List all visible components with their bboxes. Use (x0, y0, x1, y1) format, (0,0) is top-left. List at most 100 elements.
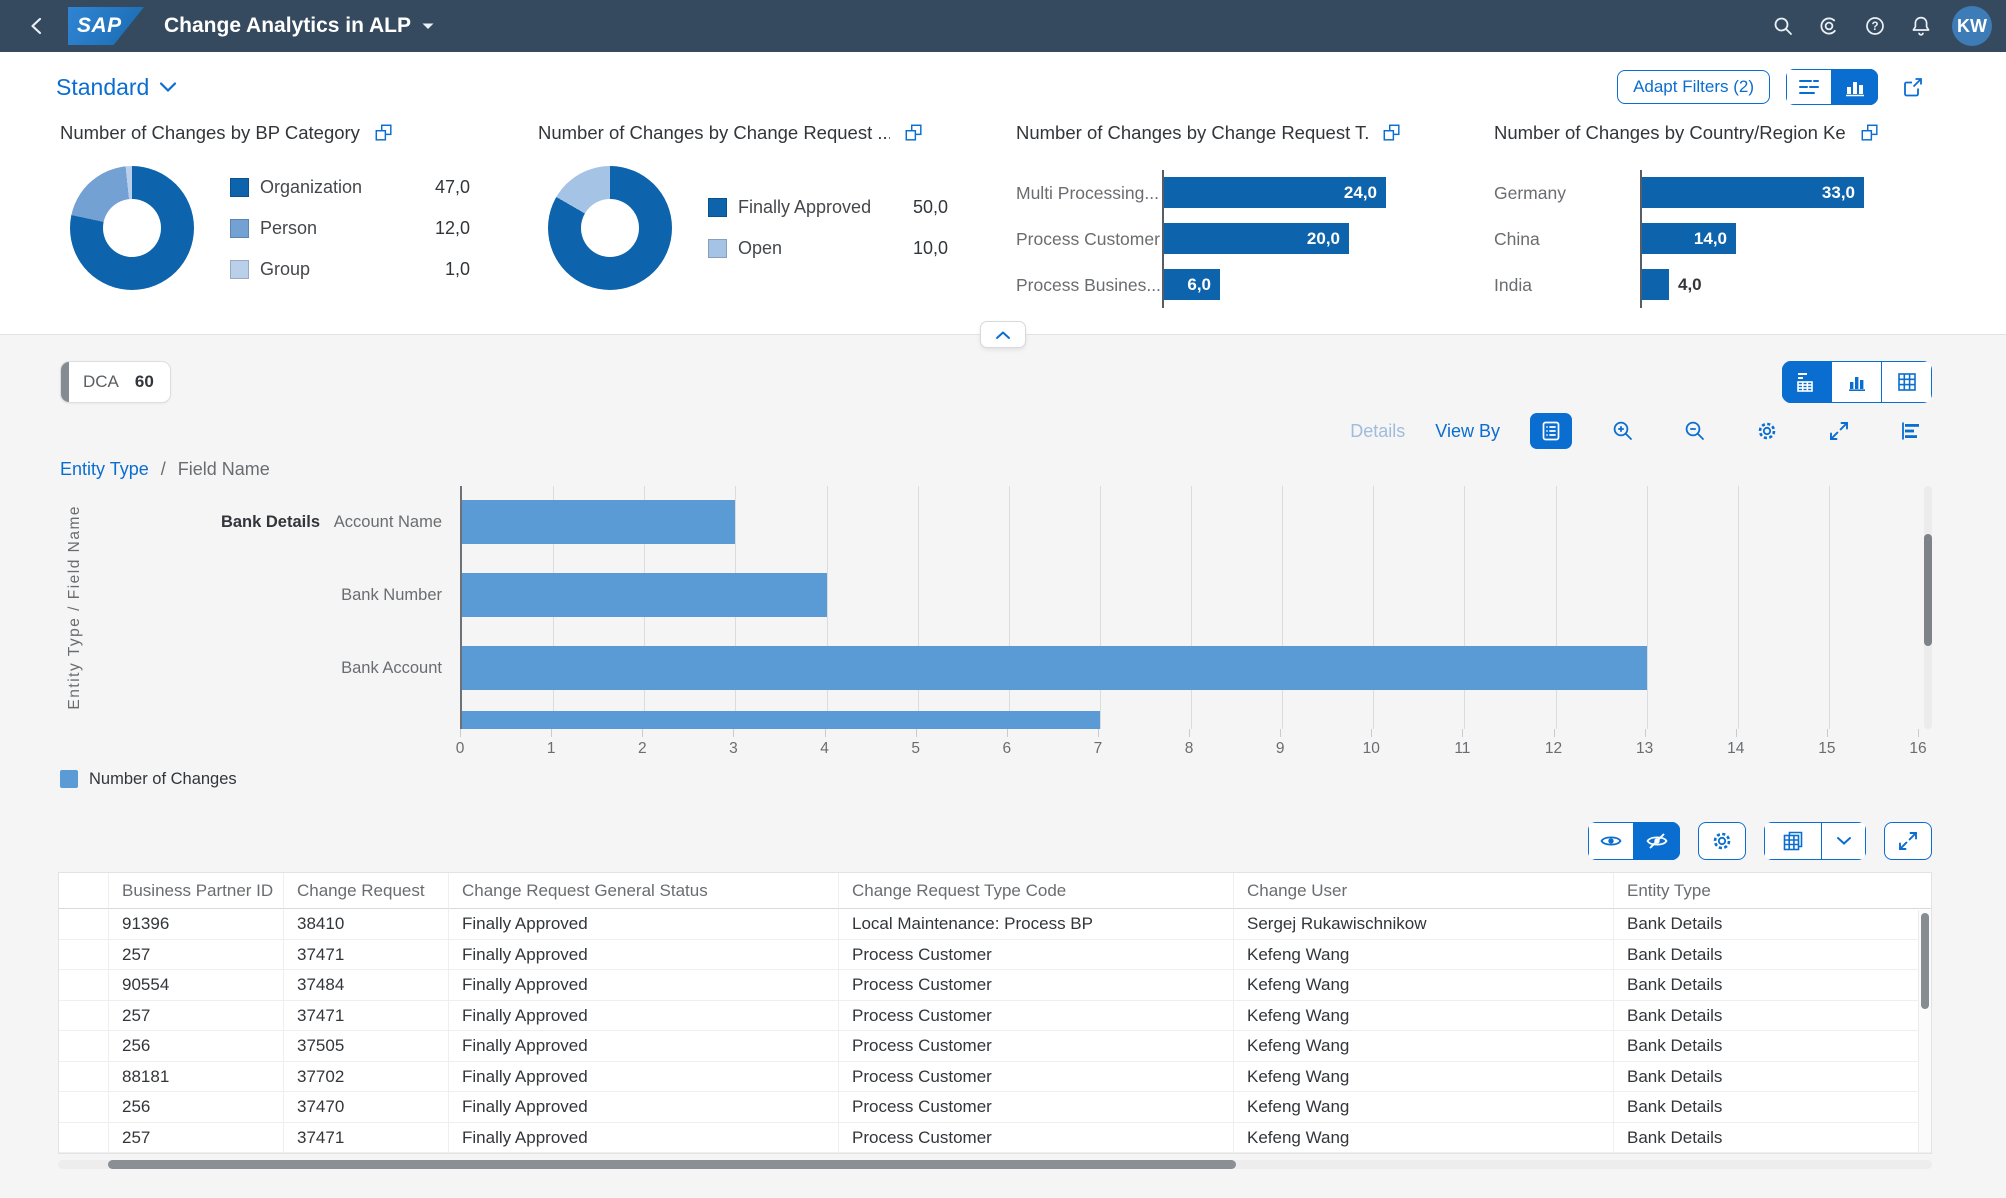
row-select-cell[interactable] (59, 939, 109, 970)
kpi-bar-track: 6,0 (1162, 262, 1468, 308)
table-fullscreen-button[interactable] (1884, 822, 1932, 860)
filterbar-view-button[interactable] (1786, 69, 1832, 105)
donut-chart[interactable] (70, 166, 194, 290)
zoom-in-button[interactable] (1602, 413, 1644, 449)
legend-color-swatch (230, 259, 249, 279)
legend-color-swatch (230, 218, 249, 238)
dca-kpi-chip[interactable]: DCA 60 (60, 361, 171, 403)
table-view-button[interactable] (1882, 361, 1932, 403)
donut-chart[interactable] (548, 166, 672, 290)
hide-details-button[interactable] (1634, 822, 1680, 860)
open-in-new-button[interactable] (1860, 123, 1880, 143)
open-in-new-button[interactable] (1382, 123, 1402, 143)
app-title-menu[interactable]: Change Analytics in ALP (164, 14, 435, 38)
row-select-cell[interactable] (59, 1000, 109, 1031)
x-tick-label: 2 (637, 740, 647, 757)
kpi-bar-row[interactable]: Process Customer 20,0 (1016, 216, 1468, 262)
legend-item[interactable]: Open 10,0 (708, 238, 948, 259)
notifications-button[interactable] (1898, 3, 1944, 49)
kpi-card-title: Number of Changes by Change Request ... (538, 122, 890, 143)
details-button[interactable]: Details (1350, 421, 1405, 442)
select-all-cell[interactable] (59, 873, 109, 909)
view-by-button[interactable]: View By (1435, 421, 1500, 442)
row-select-cell[interactable] (59, 1061, 109, 1092)
kpi-card-title: Number of Changes by Change Request T... (1016, 122, 1368, 143)
kpi-bar-row[interactable]: China 14,0 (1494, 216, 1946, 262)
kpi-bar-value: 14,0 (1693, 228, 1727, 248)
column-header[interactable]: Change Request General Status (449, 873, 839, 909)
table-settings-button[interactable] (1698, 822, 1746, 860)
row-select-cell[interactable] (59, 970, 109, 1001)
kpi-bar-row[interactable]: Germany 33,0 (1494, 170, 1946, 216)
cell: Process Customer (839, 1061, 1234, 1092)
kpi-bar-row[interactable]: India 4,0 (1494, 262, 1946, 308)
cell: 37505 (284, 1031, 449, 1062)
open-in-new-button[interactable] (904, 123, 924, 143)
column-header[interactable]: Change User (1234, 873, 1614, 909)
collapse-header-button[interactable] (980, 321, 1026, 348)
kpi-card[interactable]: Number of Changes by Change Request ... F… (538, 122, 990, 308)
adapt-filters-button[interactable]: Adapt Filters (2) (1617, 70, 1770, 104)
chart-bar[interactable] (462, 500, 736, 544)
export-button[interactable] (1764, 822, 1822, 860)
kpi-view-button[interactable] (1832, 69, 1878, 105)
tick-mark (1462, 729, 1464, 737)
table-row[interactable]: 257 37471 Finally Approved Process Customer… (59, 1000, 1931, 1031)
breadcrumb-entity-type[interactable]: Entity Type (60, 459, 149, 479)
open-in-new-button[interactable] (374, 123, 394, 143)
avatar[interactable]: KW (1952, 6, 1992, 46)
table-row[interactable]: 256 37505 Finally Approved Process Customer… (59, 1031, 1931, 1062)
x-tick-label: 0 (455, 740, 465, 757)
chart-view-button[interactable] (1832, 361, 1882, 403)
legend-item[interactable]: Group 1,0 (230, 259, 470, 280)
zoom-out-button[interactable] (1674, 413, 1716, 449)
row-select-cell[interactable] (59, 1092, 109, 1123)
legend-item[interactable]: Person 12,0 (230, 218, 470, 239)
kpi-card-body: Germany 33,0 China 14,0 India 4,0 (1494, 170, 1946, 308)
table-row[interactable]: 90554 37484 Finally Approved Process Custom… (59, 970, 1931, 1001)
gridline (1008, 486, 1010, 729)
chart-scrollbar[interactable] (1924, 534, 1932, 646)
legend-color-swatch (708, 239, 727, 258)
table-row[interactable]: 257 37471 Finally Approved Process Customer… (59, 939, 1931, 970)
back-button[interactable] (14, 3, 60, 49)
column-header[interactable]: Change Request (284, 873, 449, 909)
table-scrollbar[interactable] (1921, 913, 1929, 1009)
row-select-cell[interactable] (59, 1031, 109, 1062)
search-button[interactable] (1760, 3, 1806, 49)
variant-selector[interactable]: Standard (56, 74, 177, 101)
legend-item[interactable]: Organization 47,0 (230, 177, 470, 198)
chart-bar-partial[interactable] (462, 711, 1100, 729)
table-hscrollbar[interactable] (108, 1160, 1236, 1169)
kpi-bar-row[interactable]: Process Busines... 6,0 (1016, 262, 1468, 308)
sap-logo[interactable]: SAP (68, 7, 144, 45)
help-button[interactable]: ? (1852, 3, 1898, 49)
column-header[interactable]: Business Partner ID (109, 873, 284, 909)
cell: Process Customer (839, 1000, 1234, 1031)
copilot-button[interactable] (1806, 3, 1852, 49)
kpi-card[interactable]: Number of Changes by BP Category Organiza… (60, 122, 512, 308)
table-row[interactable]: 257 37471 Finally Approved Process Customer… (59, 1122, 1931, 1153)
kpi-card[interactable]: Number of Changes by Country/Region Key G… (1494, 122, 1946, 308)
row-select-cell[interactable] (59, 909, 109, 940)
share-button[interactable] (1894, 68, 1932, 106)
chart-settings-button[interactable] (1746, 413, 1788, 449)
column-header[interactable]: Change Request Type Code (839, 873, 1234, 909)
chart-type-button[interactable] (1890, 413, 1932, 449)
legend-toggle-button[interactable] (1530, 413, 1572, 449)
hybrid-view-button[interactable] (1782, 361, 1832, 403)
chart-bar[interactable] (462, 646, 1647, 690)
cell: 256 (109, 1031, 284, 1062)
column-header[interactable]: Entity Type (1614, 873, 1931, 909)
kpi-bar-row[interactable]: Multi Processing... 24,0 (1016, 170, 1468, 216)
table-row[interactable]: 91396 38410 Finally Approved Local Maintena… (59, 909, 1931, 940)
chart-fullscreen-button[interactable] (1818, 413, 1860, 449)
table-row[interactable]: 88181 37702 Finally Approved Process Custom… (59, 1061, 1931, 1092)
row-select-cell[interactable] (59, 1122, 109, 1153)
table-row[interactable]: 256 37470 Finally Approved Process Customer… (59, 1092, 1931, 1123)
chart-bar[interactable] (462, 573, 827, 617)
kpi-card[interactable]: Number of Changes by Change Request T...… (1016, 122, 1468, 308)
legend-item[interactable]: Finally Approved 50,0 (708, 197, 948, 218)
export-menu-button[interactable] (1822, 822, 1866, 860)
show-details-button[interactable] (1588, 822, 1634, 860)
